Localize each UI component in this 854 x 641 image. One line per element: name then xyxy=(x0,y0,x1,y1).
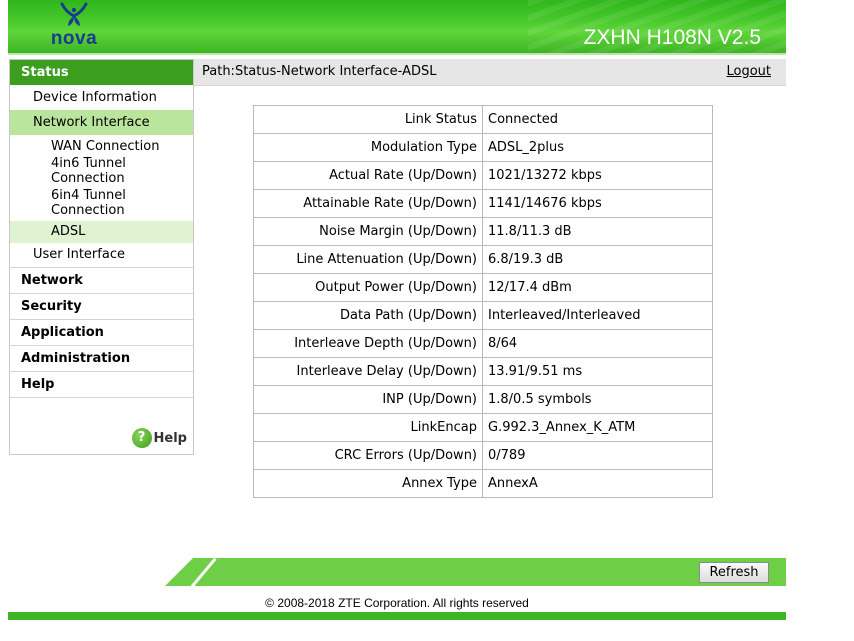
table-row: Attainable Rate (Up/Down) 1141/14676 kbps xyxy=(253,189,713,218)
brand-name: nova xyxy=(50,28,98,49)
table-row: CRC Errors (Up/Down) 0/789 xyxy=(253,441,713,470)
table-row: Link Status Connected xyxy=(253,105,713,134)
table-row: Modulation Type ADSL_2plus xyxy=(253,133,713,162)
menu-application[interactable]: Application xyxy=(10,320,193,346)
table-row: Interleave Delay (Up/Down) 13.91/9.51 ms xyxy=(253,357,713,386)
table-row: Actual Rate (Up/Down) 1021/13272 kbps xyxy=(253,161,713,190)
menu-6in4-tunnel[interactable]: 6in4 Tunnel Connection xyxy=(10,187,161,219)
table-row: LinkEncap G.992.3_Annex_K_ATM xyxy=(253,413,713,442)
footer-bar xyxy=(165,558,786,586)
row-value: 11.8/11.3 dB xyxy=(482,217,713,246)
row-value: 1.8/0.5 symbols xyxy=(482,385,713,414)
menu-administration[interactable]: Administration xyxy=(10,346,193,372)
model-title: ZXHN H108N V2.5 xyxy=(583,26,761,49)
row-label: Interleave Depth (Up/Down) xyxy=(253,329,483,358)
row-label: Annex Type xyxy=(253,469,483,498)
row-label: Link Status xyxy=(253,105,483,134)
help-icon[interactable]: ? xyxy=(131,428,152,448)
row-label: CRC Errors (Up/Down) xyxy=(253,441,483,470)
nova-logo-icon xyxy=(60,2,88,26)
menu-security[interactable]: Security xyxy=(10,294,193,320)
row-value: 1021/13272 kbps xyxy=(482,161,713,190)
menu-user-interface[interactable]: User Interface xyxy=(10,243,193,268)
menu-wan-connection[interactable]: WAN Connection xyxy=(10,138,193,155)
menu-network[interactable]: Network xyxy=(10,268,193,294)
table-row: Annex Type AnnexA xyxy=(253,469,713,498)
table-row: Noise Margin (Up/Down) 11.8/11.3 dB xyxy=(253,217,713,246)
copyright: © 2008-2018 ZTE Corporation. All rights … xyxy=(265,596,529,610)
breadcrumb: Path:Status-Network Interface-ADSL xyxy=(202,64,437,79)
row-value: 0/789 xyxy=(482,441,713,470)
table-row: Line Attenuation (Up/Down) 6.8/19.3 dB xyxy=(253,245,713,274)
row-value: 8/64 xyxy=(482,329,713,358)
row-label: Attainable Rate (Up/Down) xyxy=(253,189,483,218)
row-value: 13.91/9.51 ms xyxy=(482,357,713,386)
row-value: G.992.3_Annex_K_ATM xyxy=(482,413,713,442)
help-link[interactable]: ? Help xyxy=(131,428,187,448)
menu-status[interactable]: Status xyxy=(10,60,193,85)
path-bar: Path:Status-Network Interface-ADSL Logou… xyxy=(194,59,786,86)
row-label: Output Power (Up/Down) xyxy=(253,273,483,302)
row-value: Interleaved/Interleaved xyxy=(482,301,713,330)
row-label: LinkEncap xyxy=(253,413,483,442)
table-row: INP (Up/Down) 1.8/0.5 symbols xyxy=(253,385,713,414)
menu-network-interface[interactable]: Network Interface xyxy=(10,110,193,135)
row-label: Line Attenuation (Up/Down) xyxy=(253,245,483,274)
menu-adsl[interactable]: ADSL xyxy=(10,221,193,243)
row-value: 6.8/19.3 dB xyxy=(482,245,713,274)
header: nova ZXHN H108N V2.5 xyxy=(8,0,786,55)
menu-help[interactable]: Help xyxy=(10,372,193,398)
row-label: INP (Up/Down) xyxy=(253,385,483,414)
menu-4in6-tunnel[interactable]: 4in6 Tunnel Connection xyxy=(10,155,161,187)
row-label: Data Path (Up/Down) xyxy=(253,301,483,330)
adsl-status-table: Link Status Connected Modulation Type ADSL_… xyxy=(253,105,713,498)
row-value: AnnexA xyxy=(482,469,713,498)
footer-notch xyxy=(165,558,193,586)
bottom-bar xyxy=(8,612,786,620)
row-value: 12/17.4 dBm xyxy=(482,273,713,302)
menu-device-information[interactable]: Device Information xyxy=(10,85,193,110)
nova-logo: nova xyxy=(44,2,104,50)
logout-link[interactable]: Logout xyxy=(726,64,771,79)
row-label: Modulation Type xyxy=(253,133,483,162)
row-label: Noise Margin (Up/Down) xyxy=(253,217,483,246)
router-page: nova ZXHN H108N V2.5 Status Device Infor… xyxy=(8,0,786,620)
row-value: 1141/14676 kbps xyxy=(482,189,713,218)
row-label: Interleave Delay (Up/Down) xyxy=(253,357,483,386)
row-value: Connected xyxy=(482,105,713,134)
table-row: Interleave Depth (Up/Down) 8/64 xyxy=(253,329,713,358)
table-row: Data Path (Up/Down) Interleaved/Interleav… xyxy=(253,301,713,330)
help-link-label: Help xyxy=(153,430,187,446)
row-label: Actual Rate (Up/Down) xyxy=(253,161,483,190)
table-row: Output Power (Up/Down) 12/17.4 dBm xyxy=(253,273,713,302)
row-value: ADSL_2plus xyxy=(482,133,713,162)
sidebar: Status Device Information Network Interf… xyxy=(9,59,194,455)
refresh-button[interactable]: Refresh xyxy=(699,562,769,583)
